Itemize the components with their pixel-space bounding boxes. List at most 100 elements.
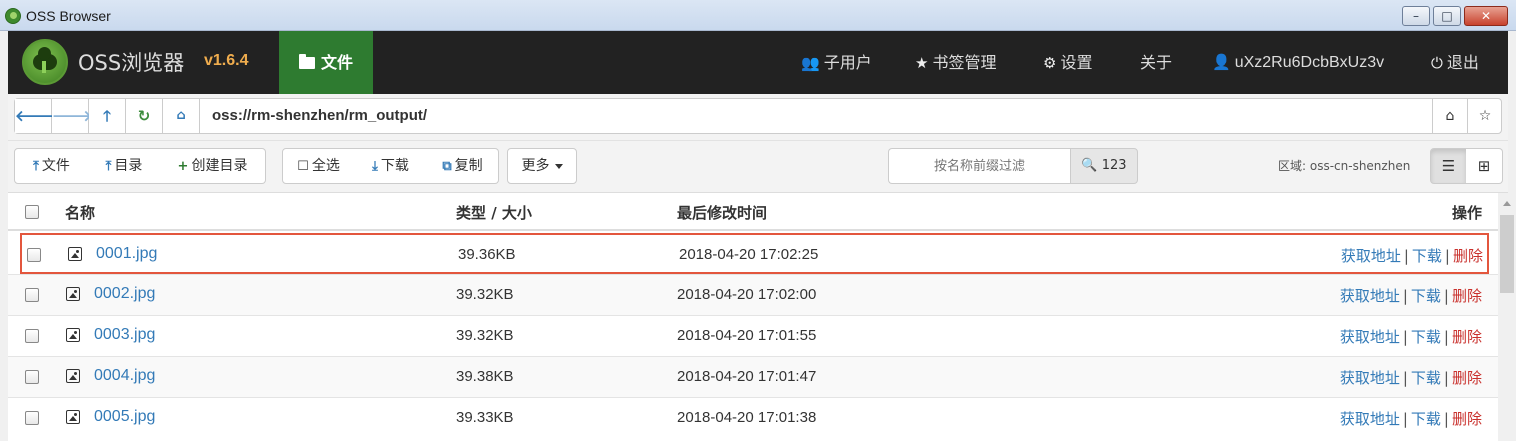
delete-link[interactable]: 删除 [1452,369,1482,387]
action-separator: | [1403,247,1409,265]
create-dir-button[interactable]: + 创建目录 [160,148,266,184]
select-all-button[interactable]: ☐ 全选 [282,148,355,184]
header-name: 名称 [65,204,96,222]
window-title: OSS Browser [26,8,111,24]
scroll-thumb[interactable] [1500,215,1514,293]
upload-dir-button[interactable]: ⤒ 目录 [88,148,161,184]
nav-user[interactable]: 👤 uXz2Ru6DcbBxUz3v [1212,31,1384,94]
scroll-up-arrow-icon[interactable] [1503,201,1511,206]
name-prefix-filter-input[interactable] [888,148,1070,184]
row-checkbox[interactable] [25,288,39,302]
action-separator: | [1402,369,1408,387]
select-all-checkbox[interactable] [25,205,39,219]
action-separator: | [1443,410,1449,428]
plus-icon: + [177,159,189,174]
checkbox-icon: ☐ [297,159,309,174]
users-icon: 👥 [801,54,820,72]
nav-logout[interactable]: ⏻ 退出 [1431,31,1479,94]
file-name-link[interactable]: 0002.jpg [94,285,155,303]
upload-file-button[interactable]: ⤒ 文件 [14,148,89,184]
table-row[interactable]: 0004.jpg 39.38KB 2018-04-20 17:01:47 获取地址 | 下… [8,356,1498,397]
more-label: 更多 [521,158,550,174]
forward-arrow-icon[interactable]: 🡒 [52,99,92,133]
row-checkbox[interactable] [25,329,39,343]
refresh-icon[interactable]: ↻ [126,99,163,133]
get-url-link[interactable]: 获取地址 [1340,369,1400,387]
list-view-icon[interactable]: ☰ [1430,148,1467,184]
download-button[interactable]: ⤓ 下载 [354,148,428,184]
get-url-link[interactable]: 获取地址 [1340,410,1400,428]
file-name-link[interactable]: 0004.jpg [94,367,155,385]
file-size: 39.33KB [456,409,514,426]
nav-subusers[interactable]: 👥 子用户 [801,31,872,94]
file-modified: 2018-04-20 17:01:55 [677,327,817,344]
table-row[interactable]: 0002.jpg 39.32KB 2018-04-20 17:02:00 获取地址 | 下… [8,274,1498,315]
caret-down-icon [554,163,563,169]
row-checkbox[interactable] [25,370,39,384]
top-navbar: OSS浏览器 v1.6.4 文件 👥 子用户 ★ 书签管理 ⚙ 设置 关于 👤 uXz2… [8,31,1508,94]
home-shortcut-icon[interactable]: ⌂ [1432,99,1467,133]
file-name-link[interactable]: 0003.jpg [94,326,155,344]
row-checkbox[interactable] [27,248,41,262]
table-row[interactable]: 0003.jpg 39.32KB 2018-04-20 17:01:55 获取地址 | 下… [8,315,1498,356]
download-label: 下载 [380,158,409,174]
address-input[interactable] [202,99,1434,133]
get-url-link[interactable]: 获取地址 [1340,287,1400,305]
close-button[interactable]: ✕ [1464,6,1508,26]
download-link[interactable]: 下载 [1411,287,1441,305]
header-modified: 最后修改时间 [677,204,768,222]
delete-link[interactable]: 删除 [1452,328,1482,346]
user-icon: 👤 [1212,54,1231,71]
region-label: 区域: oss-cn-shenzhen [1278,159,1411,173]
action-separator: | [1443,328,1449,346]
folder-icon [298,54,315,69]
file-size: 39.32KB [456,327,514,344]
download-link[interactable]: 下载 [1411,328,1441,346]
nav-bookmarks[interactable]: ★ 书签管理 [915,31,996,94]
row-checkbox[interactable] [25,411,39,425]
file-name-link[interactable]: 0001.jpg [96,245,157,263]
filter-count-button[interactable]: 🔍 123 [1070,148,1138,184]
download-link[interactable]: 下载 [1411,369,1441,387]
vertical-scrollbar[interactable] [1498,193,1516,441]
delete-link[interactable]: 删除 [1453,247,1483,265]
nav-about[interactable]: 关于 [1140,31,1172,94]
nav-files-tab[interactable]: 文件 [279,31,373,94]
row-actions: 获取地址 | 下载 | 删除 [1340,326,1482,347]
nav-bookmarks-label: 书签管理 [932,53,997,72]
app-icon [5,8,21,24]
image-file-icon [66,328,80,342]
copy-button[interactable]: ⧉ 复制 [427,148,499,184]
file-modified: 2018-04-20 17:01:47 [677,368,817,385]
up-arrow-icon[interactable]: 🡑 [89,99,126,133]
file-modified: 2018-04-20 17:01:38 [677,409,817,426]
minimize-button[interactable]: – [1402,6,1430,26]
get-url-link[interactable]: 获取地址 [1341,247,1401,265]
bookmark-star-icon[interactable]: ☆ [1467,99,1502,133]
grid-view-icon[interactable]: ⊞ [1466,148,1503,184]
delete-link[interactable]: 删除 [1452,287,1482,305]
upload-icon: ⤒ [105,159,112,174]
image-file-icon [68,247,82,261]
download-link[interactable]: 下载 [1412,247,1442,265]
table-row[interactable]: 0005.jpg 39.33KB 2018-04-20 17:01:38 获取地址 | 下… [8,397,1498,438]
get-url-link[interactable]: 获取地址 [1340,328,1400,346]
upload-file-label: 文件 [41,158,70,174]
more-dropdown-button[interactable]: 更多 [507,148,577,184]
gear-icon: ⚙ [1043,54,1057,72]
table-row[interactable]: 0001.jpg 39.36KB 2018-04-20 17:02:25 获取地址 | 下… [20,233,1489,274]
download-link[interactable]: 下载 [1411,410,1441,428]
nav-settings[interactable]: ⚙ 设置 [1043,31,1092,94]
action-separator: | [1402,287,1408,305]
file-size: 39.32KB [456,286,514,303]
star-icon: ★ [915,54,929,72]
file-name-link[interactable]: 0005.jpg [94,408,155,426]
delete-link[interactable]: 删除 [1452,410,1482,428]
back-arrow-icon[interactable]: 🡐 [15,99,55,133]
row-actions: 获取地址 | 下载 | 删除 [1340,285,1482,306]
oss-logo-icon [22,39,68,85]
brand-title: OSS浏览器 [78,51,185,75]
maximize-button[interactable]: □ [1433,6,1461,26]
home-icon[interactable]: ⌂ [163,99,200,133]
nav-about-label: 关于 [1140,53,1173,72]
